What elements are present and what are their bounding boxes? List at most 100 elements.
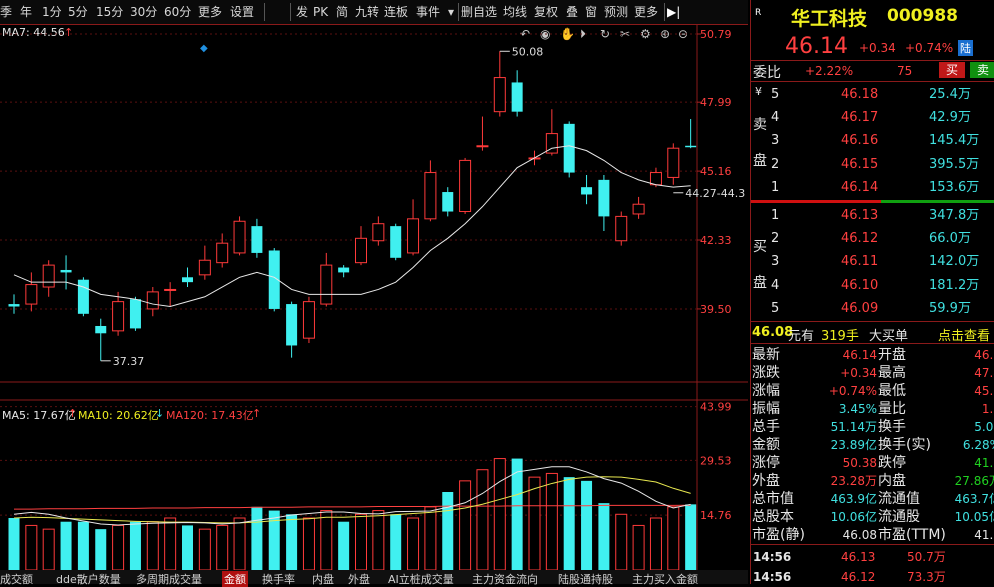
volume-bar <box>649 517 662 570</box>
tool-events-button[interactable]: 事件 <box>416 4 440 20</box>
candle-body <box>146 291 159 310</box>
stat-label: 跌停 <box>878 455 906 471</box>
volume-bar <box>511 458 523 570</box>
kline-chart[interactable]: 50.79 47.99 45.16 42.33 39.50 43.99 29.53 14.76… <box>0 24 748 570</box>
stat-label: 市盈(静) <box>752 527 805 543</box>
sell-level-4-price[interactable]: 46.17 <box>841 109 878 127</box>
volume-bar <box>8 518 20 570</box>
sell-level-5-price[interactable]: 46.18 <box>841 86 878 104</box>
remove-watchlist-button[interactable]: 删自选 <box>461 4 497 20</box>
buy-level-5-label: 5 <box>771 301 780 316</box>
volume-bar <box>112 524 125 570</box>
volume-axis-label: 43.99 <box>700 401 732 414</box>
buy-level-5-price[interactable]: 46.09 <box>841 300 878 318</box>
tool-jiuzhuan-button[interactable]: 九转 <box>355 4 379 20</box>
tab-outer-volume[interactable]: 外盘 <box>348 571 370 587</box>
period-60min-button[interactable]: 60分 <box>164 4 191 20</box>
price-axis-label: 42.33 <box>700 234 732 247</box>
tool-fa-button[interactable]: 发 <box>296 4 308 20</box>
buy-level-3-price[interactable]: 46.11 <box>841 253 878 271</box>
tick-price: 46.12 <box>841 570 876 584</box>
big-order-count: 319手 <box>821 329 859 344</box>
buy-button[interactable]: 买 <box>939 62 965 78</box>
sell-button[interactable]: 卖 <box>970 62 994 78</box>
period-year-button[interactable]: 年 <box>20 4 32 20</box>
tab-multi-volume[interactable]: 多周期成交量 <box>136 571 202 587</box>
stat-label: 总手 <box>752 419 780 435</box>
sell-level-2-price[interactable]: 46.15 <box>841 156 878 174</box>
volume-bar <box>302 517 315 570</box>
event-marker-icon[interactable]: ◆ <box>200 43 208 54</box>
sell-level-1-price[interactable]: 46.14 <box>841 179 878 197</box>
settings-button[interactable]: 设置 <box>230 4 254 20</box>
buy-side-label-1: 买 <box>753 239 767 255</box>
tool-simple-button[interactable]: 简 <box>336 4 348 20</box>
tab-inner-volume[interactable]: 内盘 <box>312 571 334 587</box>
events-dropdown-icon[interactable]: ▾ <box>448 4 454 20</box>
big-order-view-link[interactable]: 点击查看 <box>938 325 990 344</box>
candle-body <box>25 284 38 305</box>
tab-dde[interactable]: dde散户数量 <box>56 571 121 587</box>
buy-level-1-price[interactable]: 46.13 <box>841 207 878 225</box>
sell-level-4-label: 4 <box>771 110 780 125</box>
play-end-icon[interactable]: ▶| <box>667 4 680 20</box>
candle-body <box>424 172 437 220</box>
ma7-line <box>13 145 691 308</box>
stat-value: 46.14 <box>842 348 877 362</box>
tool-pk-button[interactable]: PK <box>313 4 328 20</box>
tab-amount[interactable]: 金额 <box>222 571 248 587</box>
stat-value: 50.38 <box>842 456 877 470</box>
buy-level-2-price[interactable]: 46.12 <box>841 230 878 248</box>
candle-body <box>8 304 20 307</box>
stat-label: 换手(实) <box>878 437 931 453</box>
stat-value: 10.06亿 <box>830 510 877 524</box>
volume-bar <box>233 517 246 570</box>
period-5min-button[interactable]: 5分 <box>68 4 88 20</box>
stat-label: 流通股 <box>878 509 920 525</box>
ma-lines-button[interactable]: 均线 <box>503 4 527 20</box>
stat-label: 涨跌 <box>752 365 780 381</box>
tab-main-buy-amount[interactable]: 主力买入金额 <box>632 571 698 587</box>
sell-ratio-bar <box>881 200 994 203</box>
candle-body <box>581 187 593 195</box>
period-season-button[interactable]: 季 <box>0 4 12 20</box>
price-change-pct: +0.74% <box>905 41 954 55</box>
tab-turnover[interactable]: 成交额 <box>0 571 33 587</box>
volume-bar <box>338 521 350 570</box>
stat-value: 27.86万 <box>954 474 994 488</box>
stat-value: 51.14万 <box>830 420 877 434</box>
tab-hk-connect[interactable]: 陆股通持股 <box>558 571 613 587</box>
candle-body <box>615 215 628 242</box>
sell-level-4-volume: 42.9万 <box>929 110 971 125</box>
more-periods-button[interactable]: 更多 <box>198 4 222 20</box>
volume-bar <box>164 517 177 570</box>
period-1min-button[interactable]: 1分 <box>42 4 62 20</box>
volume-bar <box>667 506 680 570</box>
volume-bar <box>268 510 280 570</box>
tick-price: 46.13 <box>841 550 876 564</box>
period-15min-button[interactable]: 15分 <box>96 4 123 20</box>
stat-value: +0.74% <box>828 384 877 398</box>
tab-turnover-rate[interactable]: 换手率 <box>262 571 295 587</box>
sell-level-3-price[interactable]: 46.16 <box>841 132 878 150</box>
buy-side-label-2: 盘 <box>753 275 767 291</box>
stat-value: 10.05亿 <box>954 510 994 524</box>
tab-ai-volume[interactable]: AI立桩成交量 <box>388 571 454 587</box>
buy-level-4-label: 4 <box>771 278 780 293</box>
buy-level-4-price[interactable]: 46.10 <box>841 277 878 295</box>
tab-main-fund-flow[interactable]: 主力资金流向 <box>472 571 538 587</box>
candle-body <box>182 277 193 283</box>
more-tools-button[interactable]: 更多 <box>634 4 658 20</box>
tool-lianban-button[interactable]: 连板 <box>384 4 408 20</box>
forecast-button[interactable]: 预测 <box>604 4 628 20</box>
overlay-button[interactable]: 叠 <box>566 4 578 20</box>
period-toolbar: 季 年 1分 5分 15分 30分 60分 更多 设置 发 PK 简 九转 连板… <box>0 0 748 25</box>
volume-bar <box>60 521 72 570</box>
adjust-rights-button[interactable]: 复权 <box>534 4 558 20</box>
window-button[interactable]: 窗 <box>585 4 597 20</box>
r-badge: R <box>755 8 762 18</box>
price-axis-label: 45.16 <box>700 165 732 178</box>
period-30min-button[interactable]: 30分 <box>130 4 157 20</box>
stat-label: 总市值 <box>752 491 794 507</box>
stat-value: 1.3 <box>981 402 994 416</box>
